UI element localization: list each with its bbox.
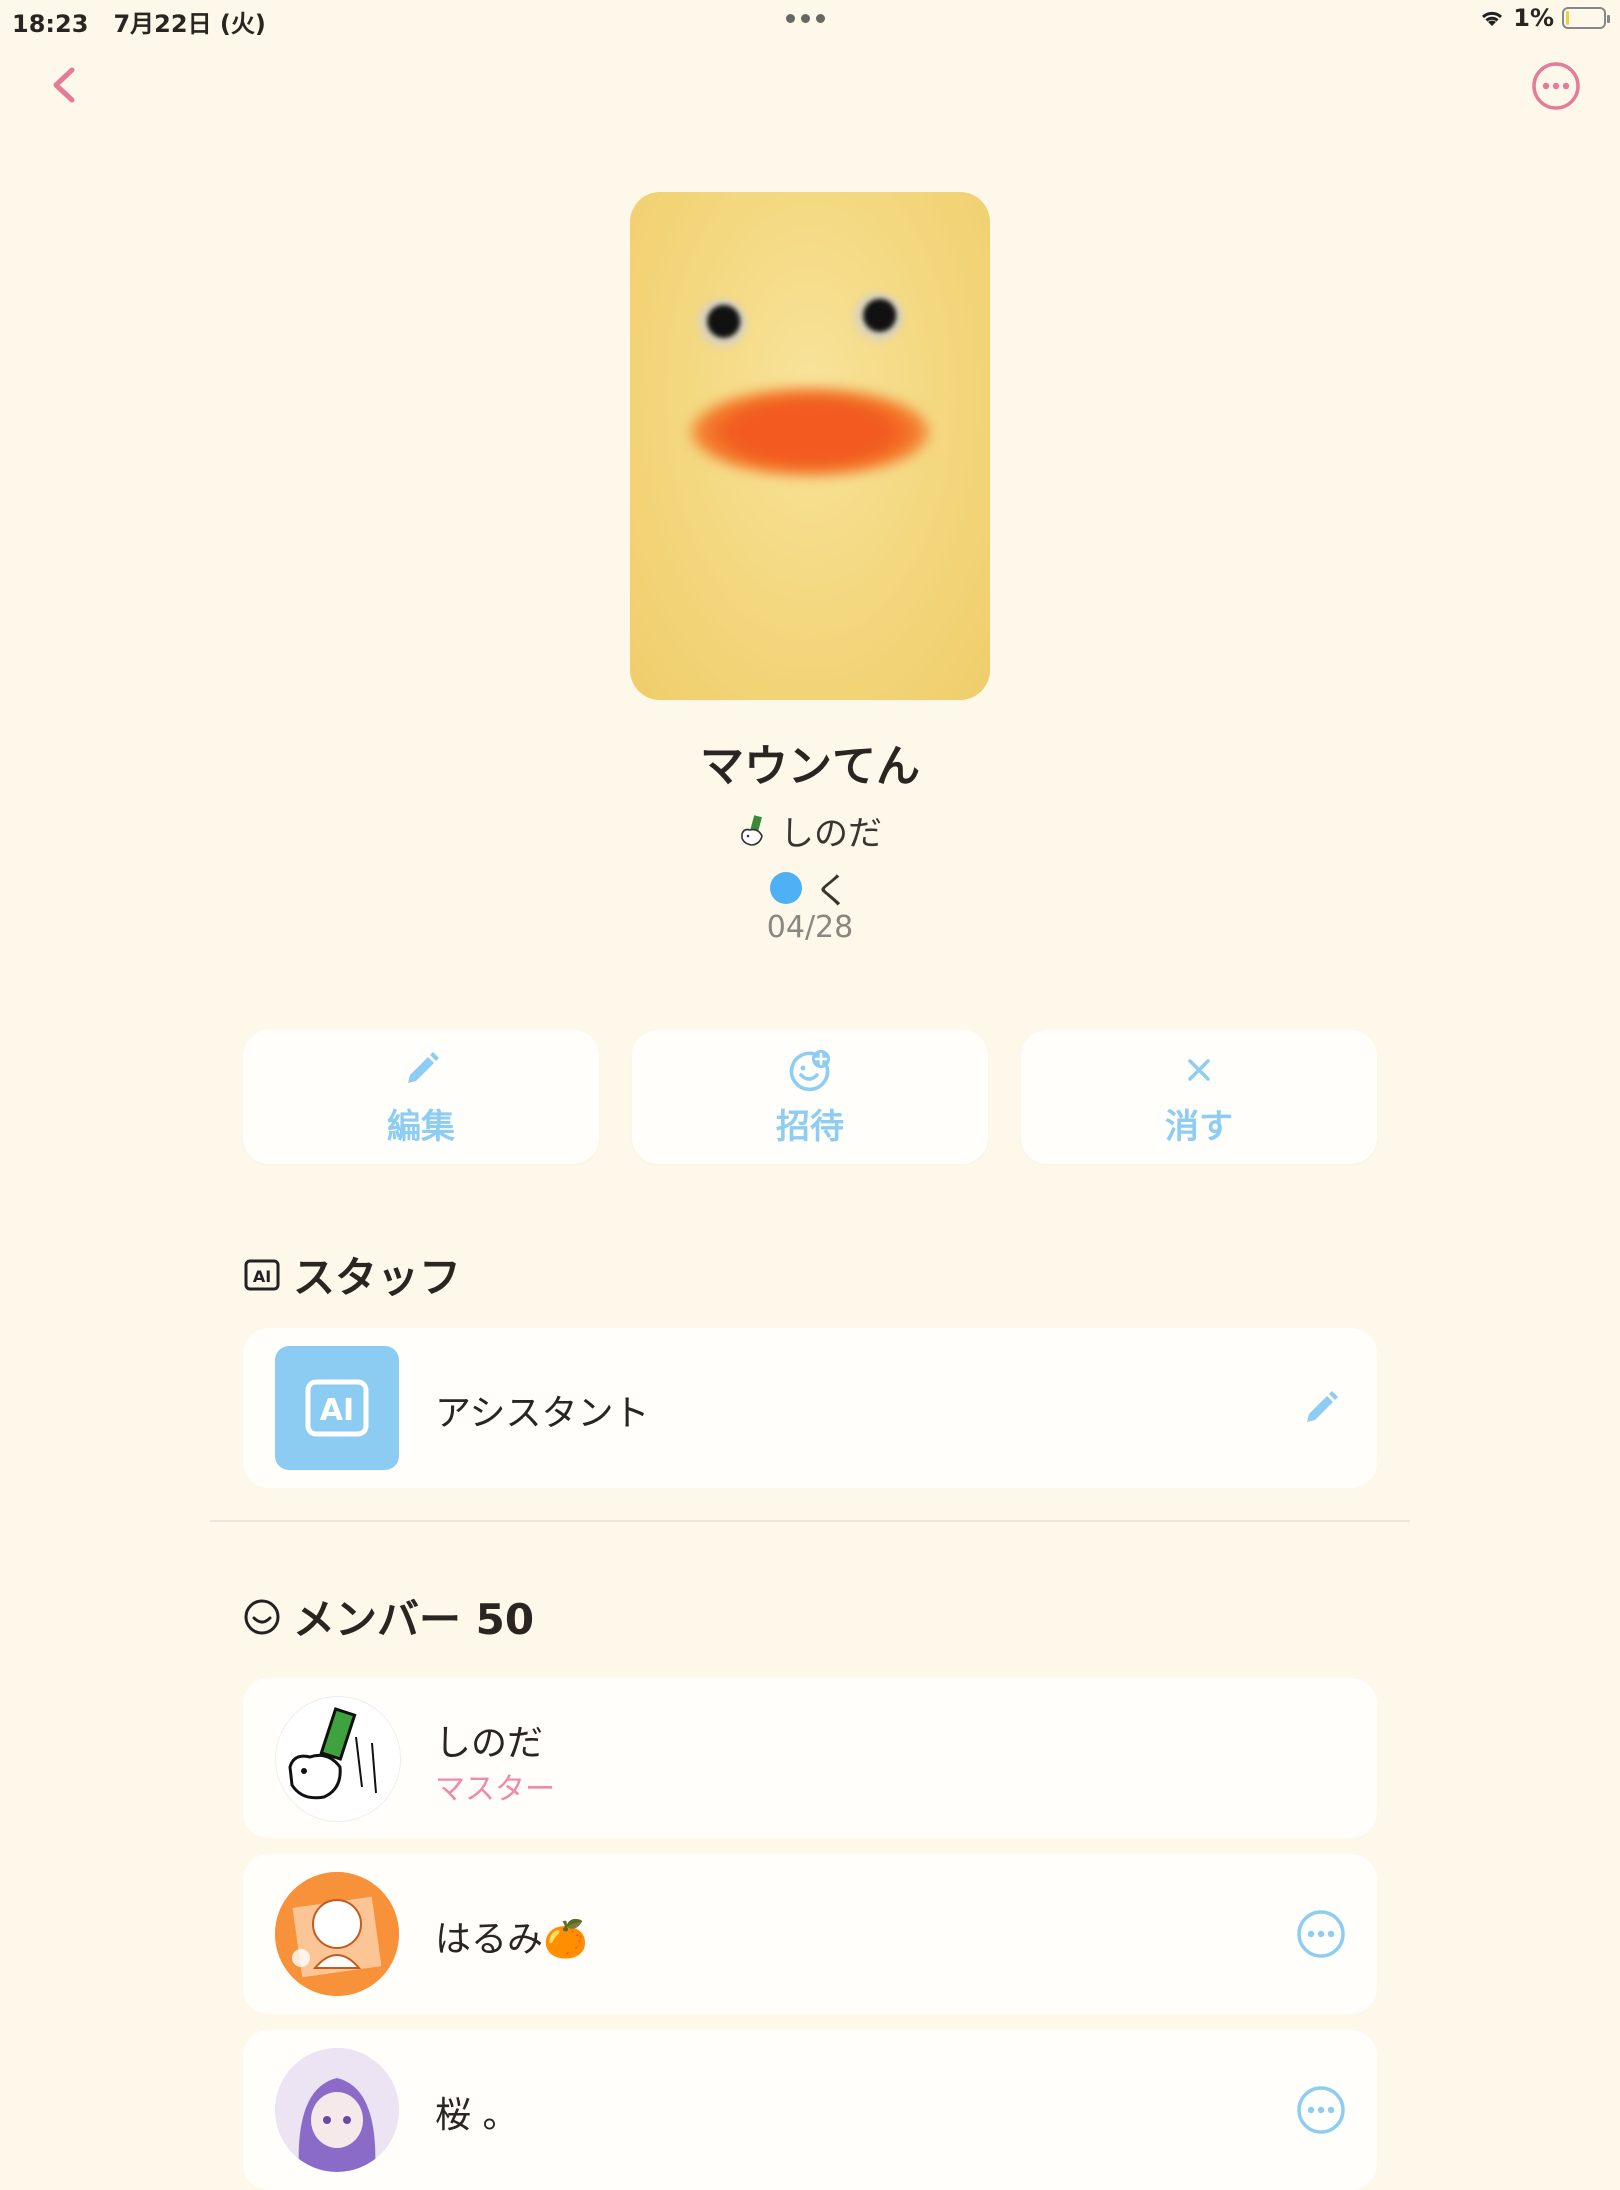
duck-eye — [694, 298, 748, 350]
pencil-icon — [1307, 1391, 1338, 1422]
assistant-card[interactable]: AI アシスタント — [243, 1328, 1377, 1488]
tag-label: く — [813, 871, 850, 912]
multitasking-dots-icon[interactable] — [786, 10, 834, 26]
member-name: しのだ — [435, 1723, 544, 1764]
wifi-icon — [1482, 11, 1503, 26]
more-options-button[interactable] — [1530, 60, 1582, 112]
status-right: 1% — [1479, 4, 1610, 32]
chevron-left-icon — [53, 67, 75, 103]
members-title-text: メンバー 50 — [293, 1595, 535, 1644]
owner-row: しのだ — [0, 806, 1620, 855]
duck-eye — [850, 292, 904, 344]
ai-icon: AI — [305, 1379, 369, 1437]
assistant-avatar: AI — [275, 1346, 399, 1470]
group-name: マウンてん — [700, 741, 920, 792]
action-buttons: 編集 招待 消す — [243, 1030, 1377, 1164]
member-more-button[interactable] — [1295, 2084, 1347, 2136]
member-avatar — [275, 1872, 399, 1996]
owner-name: しのだ — [780, 814, 882, 854]
member-role: マスター — [435, 1772, 555, 1807]
status-time: 18:23 7月22日 (火) — [12, 10, 266, 38]
close-icon — [1188, 1058, 1210, 1081]
member-avatar — [275, 1696, 401, 1822]
edit-label: 編集 — [387, 1106, 455, 1147]
back-button[interactable] — [40, 58, 90, 112]
status-bar: 18:23 7月22日 (火) 1% — [0, 0, 1620, 40]
member-more-button[interactable] — [1295, 1908, 1347, 1960]
invite-label: 招待 — [776, 1106, 844, 1147]
tag-row: く — [0, 862, 1620, 914]
duck-beak — [690, 387, 930, 477]
group-cover-image[interactable] — [630, 192, 990, 700]
member-avatar — [275, 2048, 399, 2172]
battery-percent: 1% — [1513, 4, 1554, 32]
delete-button[interactable]: 消す — [1021, 1030, 1377, 1164]
member-card[interactable]: 桜 。 — [243, 2030, 1377, 2190]
group-date: 04/28 — [766, 910, 854, 945]
smile-icon — [244, 1599, 280, 1634]
svg-text:AI: AI — [320, 1393, 354, 1428]
tag-color-dot — [769, 872, 802, 904]
more-circle-icon — [1532, 62, 1580, 110]
more-circle-icon — [1297, 2086, 1345, 2134]
invite-button[interactable]: 招待 — [632, 1030, 988, 1164]
edit-button[interactable]: 編集 — [243, 1030, 599, 1164]
svg-text:AI: AI — [253, 1267, 271, 1286]
staff-title-text: スタッフ — [293, 1253, 462, 1302]
member-name: はるみ🍊 — [435, 1919, 588, 1960]
invite-smile-plus-icon — [789, 1049, 830, 1091]
members-section-title: メンバー 50 — [243, 1586, 534, 1647]
ai-badge-icon: AI — [244, 1259, 280, 1290]
owner-avatar-icon — [741, 814, 763, 846]
edit-assistant-button[interactable] — [1295, 1382, 1347, 1434]
battery-icon — [1562, 7, 1610, 29]
member-card[interactable]: しのだ マスター — [243, 1678, 1377, 1838]
member-name: 桜 。 — [435, 2095, 519, 2136]
section-divider — [210, 1520, 1410, 1522]
pencil-icon — [408, 1051, 439, 1083]
more-circle-icon — [1297, 1910, 1345, 1958]
staff-section-title: AI スタッフ — [243, 1244, 461, 1305]
assistant-name: アシスタント — [435, 1393, 650, 1434]
member-card[interactable]: はるみ🍊 — [243, 1854, 1377, 2014]
delete-label: 消す — [1165, 1106, 1233, 1147]
